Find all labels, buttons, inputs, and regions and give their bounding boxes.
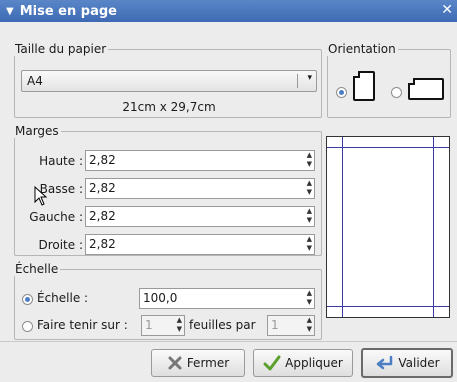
paper-size-dropdown[interactable]: A4 ▾	[21, 70, 317, 92]
fit-tall-value: 1	[271, 318, 279, 332]
fit-tall-input[interactable]: 1 ▲ ▼	[267, 315, 315, 336]
preview-bottom-margin-line	[327, 306, 449, 307]
scale-legend: Échelle	[15, 262, 59, 276]
spin-arrows-icon[interactable]: ▲ ▼	[177, 316, 182, 334]
button-bar-divider	[0, 341, 457, 342]
fit-option-label[interactable]: Faire tenir sur :	[37, 318, 128, 332]
collapse-triangle-icon[interactable]: ▼	[6, 6, 14, 17]
fit-radio[interactable]	[22, 321, 33, 332]
spin-arrows-icon[interactable]: ▲ ▼	[307, 179, 312, 197]
preview-left-margin-line	[342, 137, 343, 317]
fit-middle-label: feuilles par	[189, 318, 256, 332]
spin-arrows-icon[interactable]: ▲ ▼	[307, 289, 312, 307]
ok-button[interactable]: Valider	[361, 348, 453, 378]
scale-option-label[interactable]: Échelle :	[37, 291, 88, 305]
spin-arrows-icon[interactable]: ▲ ▼	[307, 316, 312, 334]
scale-value: 100,0	[143, 291, 178, 305]
portrait-radio[interactable]	[336, 87, 347, 98]
dropdown-separator	[297, 74, 298, 88]
window-title: Mise en page	[19, 3, 117, 19]
landscape-page-icon[interactable]	[408, 78, 444, 100]
fit-wide-input[interactable]: 1 ▲ ▼	[141, 315, 185, 336]
margin-left-input[interactable]: 2,82 ▲ ▼	[85, 206, 315, 227]
margin-left-value: 2,82	[89, 209, 116, 223]
spin-arrows-icon[interactable]: ▲ ▼	[307, 151, 312, 169]
close-icon	[168, 356, 182, 370]
spin-arrows-icon[interactable]: ▲ ▼	[307, 235, 312, 253]
margin-left-label: Gauche :	[29, 210, 83, 224]
orientation-legend: Orientation	[328, 42, 396, 56]
fit-wide-value: 1	[145, 318, 153, 332]
margin-top-value: 2,82	[89, 153, 116, 167]
ok-button-label: Valider	[398, 356, 440, 370]
close-button[interactable]: Fermer	[151, 349, 245, 377]
scale-radio[interactable]	[22, 294, 33, 305]
margin-right-input[interactable]: 2,82 ▲ ▼	[85, 234, 315, 255]
margin-bottom-value: 2,82	[89, 181, 116, 195]
paper-size-group: Taille du papier A4 ▾ 21cm x 29,7cm	[14, 42, 322, 118]
enter-arrow-icon	[377, 355, 393, 370]
dropdown-arrow-icon[interactable]: ▾	[307, 73, 312, 83]
apply-button[interactable]: Appliquer	[253, 349, 353, 377]
mouse-pointer-icon	[34, 186, 48, 206]
margin-top-input[interactable]: 2,82 ▲ ▼	[85, 150, 315, 171]
margin-bottom-input[interactable]: 2,82 ▲ ▼	[85, 178, 315, 199]
margin-right-label: Droite :	[38, 238, 83, 252]
margins-legend: Marges	[15, 124, 59, 138]
page-preview	[326, 136, 450, 318]
window-close-icon[interactable]: ✕	[441, 2, 453, 18]
scale-group: Échelle Échelle : 100,0 ▲ ▼ Faire tenir s…	[14, 262, 322, 340]
orientation-group: Orientation	[327, 42, 451, 118]
checkmark-icon	[263, 355, 281, 371]
preview-top-margin-line	[327, 147, 449, 148]
scale-input[interactable]: 100,0 ▲ ▼	[139, 288, 315, 309]
landscape-radio[interactable]	[391, 87, 402, 98]
paper-dimensions: 21cm x 29,7cm	[122, 100, 216, 114]
close-button-label: Fermer	[186, 356, 230, 370]
paper-size-legend: Taille du papier	[15, 42, 107, 56]
paper-size-value: A4	[27, 74, 43, 88]
preview-right-margin-line	[433, 137, 434, 317]
spin-arrows-icon[interactable]: ▲ ▼	[307, 207, 312, 225]
window-titlebar[interactable]: ▼ Mise en page ✕	[0, 0, 457, 22]
margin-right-value: 2,82	[89, 237, 116, 251]
apply-button-label: Appliquer	[285, 356, 343, 370]
portrait-page-icon[interactable]	[353, 71, 375, 101]
margin-top-label: Haute :	[39, 154, 83, 168]
margin-bottom-label: Basse :	[39, 182, 83, 196]
margins-group: Marges Haute : 2,82 ▲ ▼ Basse : 2,82 ▲ ▼ G…	[14, 124, 322, 256]
